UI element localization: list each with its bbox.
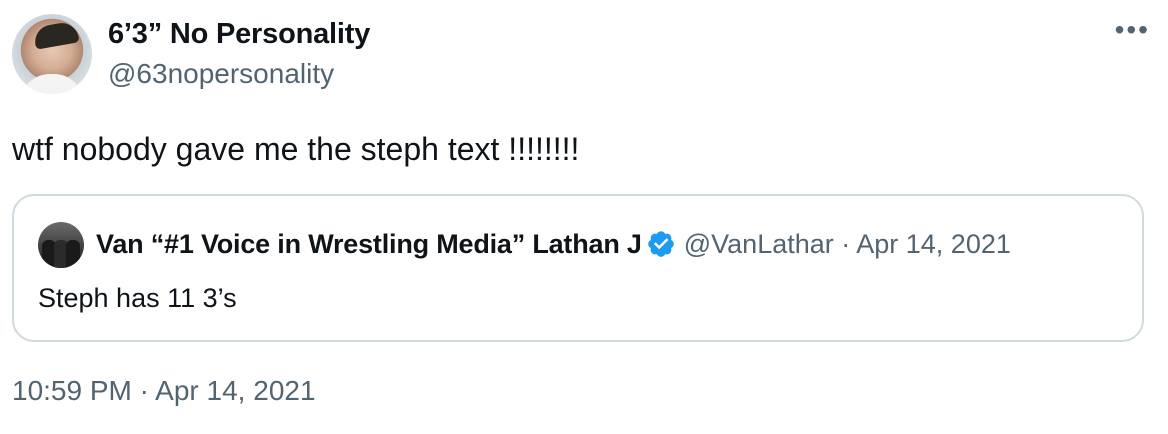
author-handle[interactable]: @63nopersonality (108, 56, 334, 92)
tweet-text: wtf nobody gave me the steph text !!!!!!… (12, 131, 580, 167)
avatar-shirt (20, 74, 84, 94)
more-options-icon[interactable]: ••• (1115, 16, 1150, 44)
avatar-figure (66, 240, 80, 268)
quoted-author-avatar[interactable] (38, 222, 84, 268)
author-name[interactable]: 6’3” No Personality (108, 16, 370, 52)
author-avatar[interactable] (12, 14, 92, 94)
quoted-tweet[interactable]: Van “#1 Voice in Wrestling Media” Lathan… (12, 194, 1144, 342)
verified-badge-icon (647, 231, 674, 257)
tweet-card: 6’3” No Personality @63nopersonality •••… (0, 0, 1168, 434)
quoted-author-meta[interactable]: @VanLathar · Apr 14, 2021 (684, 224, 1011, 264)
quoted-author-name[interactable]: Van “#1 Voice in Wrestling Media” Lathan… (96, 224, 642, 264)
tweet-timestamp[interactable]: 10:59 PM · Apr 14, 2021 (12, 372, 316, 410)
quoted-tweet-text: Steph has 11 3’s (38, 283, 237, 313)
avatar-hair (32, 20, 80, 50)
quoted-tweet-header: Van “#1 Voice in Wrestling Media” Lathan… (96, 224, 1011, 264)
